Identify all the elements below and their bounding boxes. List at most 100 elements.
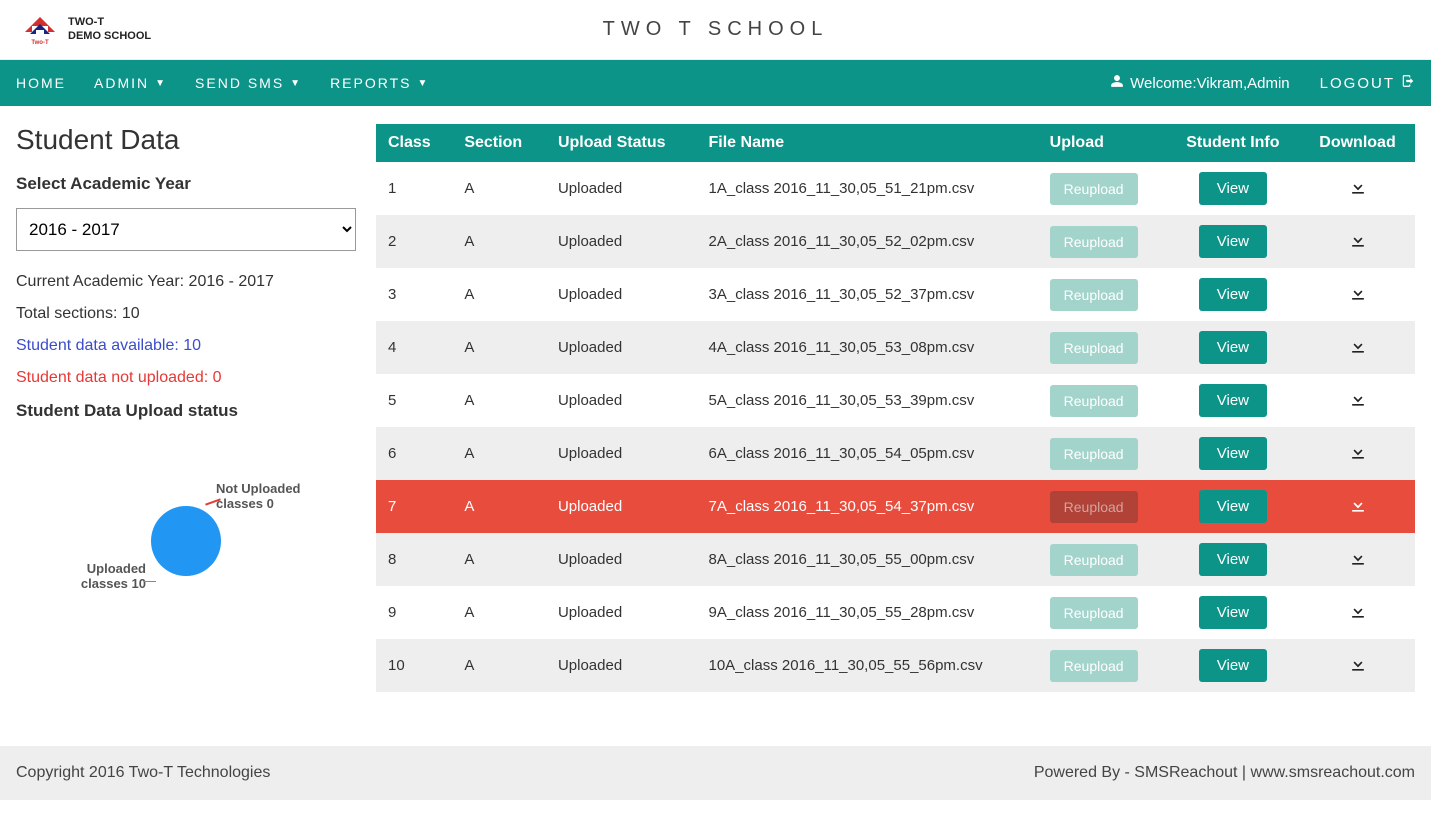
upload-status-label: Student Data Upload status [16,401,356,421]
cell-file: 5A_class 2016_11_30,05_53_39pm.csv [697,374,1038,427]
cell-section: A [452,374,546,427]
download-icon[interactable] [1312,230,1403,254]
main: Student Data Select Academic Year 2016 -… [0,106,1431,746]
cell-status: Uploaded [546,162,697,215]
cell-section: A [452,321,546,374]
view-button[interactable]: View [1199,437,1267,470]
th-upload: Upload [1038,124,1166,162]
footer: Copyright 2016 Two-T Technologies Powere… [0,746,1431,800]
pie-label-not-uploaded: Not Uploaded classes 0 [216,481,326,511]
table-row[interactable]: 3AUploaded3A_class 2016_11_30,05_52_37pm… [376,268,1415,321]
navbar: HOME ADMIN ▼ SEND SMS ▼ REPORTS ▼ Welcom… [0,60,1431,106]
reupload-button[interactable]: Reupload [1050,385,1138,417]
cell-section: A [452,427,546,480]
th-upload-status: Upload Status [546,124,697,162]
table-row[interactable]: 9AUploaded9A_class 2016_11_30,05_55_28pm… [376,586,1415,639]
svg-text:Two-T: Two-T [31,40,49,46]
welcome-label: Welcome:Vikram,Admin [1130,75,1290,92]
nav-send-sms[interactable]: SEND SMS ▼ [195,75,302,91]
cell-class: 2 [376,215,452,268]
view-button[interactable]: View [1199,331,1267,364]
cell-class: 10 [376,639,452,692]
download-icon[interactable] [1312,389,1403,413]
reupload-button[interactable]: Reupload [1050,597,1138,629]
logo-line1: TWO-T [68,16,151,29]
cell-section: A [452,639,546,692]
cell-class: 1 [376,162,452,215]
cell-status: Uploaded [546,480,697,533]
sidebar: Student Data Select Academic Year 2016 -… [16,124,356,728]
logout-link[interactable]: LOGOUT [1320,74,1415,92]
cell-status: Uploaded [546,321,697,374]
view-button[interactable]: View [1199,596,1267,629]
footer-powered: Powered By - SMSReachout | www.smsreacho… [1034,764,1415,782]
table-row[interactable]: 6AUploaded6A_class 2016_11_30,05_54_05pm… [376,427,1415,480]
cell-class: 8 [376,533,452,586]
year-select[interactable]: 2016 - 2017 [16,208,356,251]
logout-icon [1401,74,1415,92]
reupload-button[interactable]: Reupload [1050,279,1138,311]
download-icon[interactable] [1312,283,1403,307]
student-data-table: Class Section Upload Status File Name Up… [376,124,1415,692]
view-button[interactable]: View [1199,172,1267,205]
reupload-button[interactable]: Reupload [1050,173,1138,205]
download-icon[interactable] [1312,548,1403,572]
cell-file: 4A_class 2016_11_30,05_53_08pm.csv [697,321,1038,374]
table-row[interactable]: 4AUploaded4A_class 2016_11_30,05_53_08pm… [376,321,1415,374]
view-button[interactable]: View [1199,384,1267,417]
cell-status: Uploaded [546,374,697,427]
cell-class: 6 [376,427,452,480]
cell-status: Uploaded [546,586,697,639]
download-icon[interactable] [1312,336,1403,360]
view-button[interactable]: View [1199,278,1267,311]
reupload-button[interactable]: Reupload [1050,650,1138,682]
data-available-text: Student data available: 10 [16,337,356,355]
pie-label-uploaded: Uploaded classes 10 [46,561,146,591]
table-row[interactable]: 7AUploaded7A_class 2016_11_30,05_54_37pm… [376,480,1415,533]
view-button[interactable]: View [1199,649,1267,682]
nav-admin[interactable]: ADMIN ▼ [94,75,167,91]
table-row[interactable]: 10AUploaded10A_class 2016_11_30,05_55_56… [376,639,1415,692]
reupload-button[interactable]: Reupload [1050,544,1138,576]
reupload-button[interactable]: Reupload [1050,491,1138,523]
nav-home-label: HOME [16,75,66,91]
table-row[interactable]: 5AUploaded5A_class 2016_11_30,05_53_39pm… [376,374,1415,427]
reupload-button[interactable]: Reupload [1050,332,1138,364]
pie-connector [144,581,156,582]
logo-area: Two-T TWO-T DEMO SCHOOL [20,10,151,50]
download-icon[interactable] [1312,654,1403,678]
cell-file: 6A_class 2016_11_30,05_54_05pm.csv [697,427,1038,480]
download-icon[interactable] [1312,495,1403,519]
current-year-text: Current Academic Year: 2016 - 2017 [16,273,356,291]
cell-file: 8A_class 2016_11_30,05_55_00pm.csv [697,533,1038,586]
view-button[interactable]: View [1199,543,1267,576]
reupload-button[interactable]: Reupload [1050,438,1138,470]
cell-section: A [452,215,546,268]
table-row[interactable]: 2AUploaded2A_class 2016_11_30,05_52_02pm… [376,215,1415,268]
cell-status: Uploaded [546,215,697,268]
logo-icon: Two-T [20,10,60,50]
nav-right: Welcome:Vikram,Admin LOGOUT [1110,74,1415,92]
cell-file: 2A_class 2016_11_30,05_52_02pm.csv [697,215,1038,268]
download-icon[interactable] [1312,442,1403,466]
chevron-down-icon: ▼ [155,78,167,89]
view-button[interactable]: View [1199,225,1267,258]
th-class: Class [376,124,452,162]
cell-section: A [452,586,546,639]
nav-home[interactable]: HOME [16,75,66,91]
cell-section: A [452,162,546,215]
download-icon[interactable] [1312,601,1403,625]
nav-send-sms-label: SEND SMS [195,75,284,91]
nav-left: HOME ADMIN ▼ SEND SMS ▼ REPORTS ▼ [16,75,429,91]
cell-status: Uploaded [546,639,697,692]
nav-reports[interactable]: REPORTS ▼ [330,75,429,91]
view-button[interactable]: View [1199,490,1267,523]
download-icon[interactable] [1312,177,1403,201]
pie-circle [151,506,221,576]
cell-section: A [452,480,546,533]
reupload-button[interactable]: Reupload [1050,226,1138,258]
cell-section: A [452,533,546,586]
select-year-label: Select Academic Year [16,174,356,194]
table-row[interactable]: 1AUploaded1A_class 2016_11_30,05_51_21pm… [376,162,1415,215]
table-row[interactable]: 8AUploaded8A_class 2016_11_30,05_55_00pm… [376,533,1415,586]
